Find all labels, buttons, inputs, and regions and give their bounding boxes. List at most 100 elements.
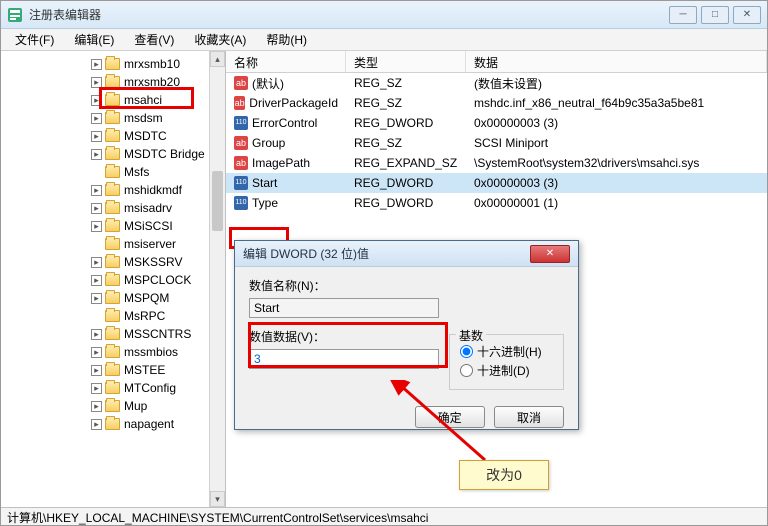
dialog-title: 编辑 DWORD (32 位)值 [243,245,369,262]
radio-hex[interactable]: 十六进制(H) [460,343,553,360]
value-name-field: Start [249,298,439,318]
tree-item[interactable]: msiserver [91,235,225,253]
reg-string-icon: ab [234,96,245,110]
column-header-data[interactable]: 数据 [466,51,767,72]
expander-icon[interactable]: ▸ [91,419,102,430]
reg-dword-icon: 110 [234,196,248,210]
expander-icon[interactable]: ▸ [91,59,102,70]
folder-icon [105,400,120,412]
expander-icon[interactable]: ▸ [91,77,102,88]
tree-item-label: MSDTC Bridge [124,145,205,163]
expander-icon[interactable]: ▸ [91,185,102,196]
expander-icon[interactable]: ▸ [91,401,102,412]
list-row[interactable]: ab(默认)REG_SZ(数值未设置) [226,73,767,93]
reg-string-icon: ab [234,136,248,150]
tree-item-label: msahci [124,91,162,109]
tree-item-label: mrxsmb20 [124,73,180,91]
expander-icon[interactable]: ▸ [91,257,102,268]
value-data-input[interactable] [249,349,439,369]
tree-item[interactable]: ▸ MSDTC [91,127,225,145]
folder-icon [105,328,120,340]
tree-item[interactable]: ▸ mrxsmb20 [91,73,225,91]
tree-item[interactable]: ▸MSTEE [91,361,225,379]
reg-string-icon: ab [234,156,248,170]
tree-item-label: mshidkmdf [124,181,182,199]
list-row[interactable]: 110StartREG_DWORD0x00000003 (3) [226,173,767,193]
reg-dword-icon: 110 [234,176,248,190]
menu-view[interactable]: 查看(V) [124,29,184,50]
expander-icon[interactable]: ▸ [91,221,102,232]
list-row[interactable]: 110ErrorControlREG_DWORD0x00000003 (3) [226,113,767,133]
ok-button[interactable]: 确定 [415,406,485,428]
minimize-button[interactable]: ─ [669,6,697,24]
tree-item[interactable]: ▸MTConfig [91,379,225,397]
expander-icon[interactable]: ▸ [91,383,102,394]
folder-icon [105,418,120,430]
expander-icon[interactable]: ▸ [91,347,102,358]
tree-item[interactable]: Msfs [91,163,225,181]
tree-scrollbar[interactable]: ▴ ▾ [209,51,225,507]
radio-dec[interactable]: 十进制(D) [460,362,553,379]
tree-item[interactable]: ▸napagent [91,415,225,433]
dialog-close-button[interactable]: ✕ [530,245,570,263]
tree-item-label: Mup [124,397,147,415]
expander-icon[interactable]: ▸ [91,275,102,286]
list-row[interactable]: abImagePathREG_EXPAND_SZ\SystemRoot\syst… [226,153,767,173]
list-row[interactable]: abGroupREG_SZSCSI Miniport [226,133,767,153]
app-icon [7,7,23,23]
cancel-button[interactable]: 取消 [494,406,564,428]
folder-icon [105,310,120,322]
scroll-up-icon[interactable]: ▴ [210,51,225,67]
reg-string-icon: ab [234,76,248,90]
tree-item[interactable]: ▸ msdsm [91,109,225,127]
tree-item[interactable]: ▸MSiSCSI [91,217,225,235]
tree-item[interactable]: ▸ MSDTC Bridge [91,145,225,163]
scroll-down-icon[interactable]: ▾ [210,491,225,507]
tree-item[interactable]: ▸MSPQM [91,289,225,307]
expander-icon[interactable]: ▸ [91,113,102,124]
list-row[interactable]: 110TypeREG_DWORD0x00000001 (1) [226,193,767,213]
folder-icon [105,382,120,394]
window-title: 注册表编辑器 [29,6,669,23]
tree-item[interactable]: MsRPC [91,307,225,325]
menu-favorites[interactable]: 收藏夹(A) [184,29,256,50]
expander-icon[interactable]: ▸ [91,329,102,340]
menu-file[interactable]: 文件(F) [5,29,64,50]
column-header-type[interactable]: 类型 [346,51,466,72]
expander-icon[interactable]: ▸ [91,131,102,142]
value-data-label: 数值数据(V)： [249,328,449,345]
tree-item-label: MSDTC [124,127,167,145]
expander-icon[interactable]: ▸ [91,203,102,214]
expander-icon[interactable]: ▸ [91,293,102,304]
folder-icon [105,220,120,232]
value-name-label: 数值名称(N)： [249,277,564,294]
menu-help[interactable]: 帮助(H) [256,29,317,50]
tree-item[interactable]: ▸ msahci [91,91,225,109]
menu-edit[interactable]: 编辑(E) [64,29,124,50]
folder-icon [105,148,120,160]
folder-icon [105,130,120,142]
expander-icon[interactable]: ▸ [91,149,102,160]
folder-icon [105,274,120,286]
tree-item[interactable]: ▸ MSPCLOCK [91,271,225,289]
folder-icon [105,346,120,358]
tree-item[interactable]: ▸MSSCNTRS [91,325,225,343]
column-header-name[interactable]: 名称 [226,51,346,72]
tree-item[interactable]: ▸ mshidkmdf [91,181,225,199]
tree-item-label: mrxsmb10 [124,55,180,73]
tree-item[interactable]: ▸ mssmbios [91,343,225,361]
tree-item[interactable]: ▸ mrxsmb10 [91,55,225,73]
tree-item-label: mssmbios [124,343,178,361]
scroll-thumb[interactable] [212,171,223,231]
tree-item[interactable]: ▸MSKSSRV [91,253,225,271]
close-button[interactable]: ✕ [733,6,761,24]
maximize-button[interactable]: □ [701,6,729,24]
tree-item-label: MSPCLOCK [124,271,191,289]
list-row[interactable]: abDriverPackageIdREG_SZmshdc.inf_x86_neu… [226,93,767,113]
tree-item[interactable]: ▸msisadrv [91,199,225,217]
folder-icon [105,292,120,304]
tree-item-label: msdsm [124,109,163,127]
tree-item[interactable]: ▸ Mup [91,397,225,415]
expander-icon[interactable]: ▸ [91,365,102,376]
expander-icon[interactable]: ▸ [91,95,102,106]
